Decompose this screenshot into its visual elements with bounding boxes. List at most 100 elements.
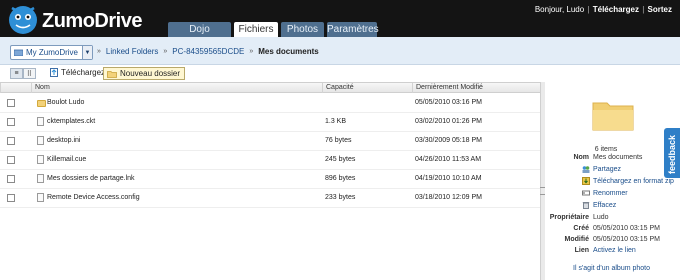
detail-modified-value: 05/05/2010 03:15 PM bbox=[593, 236, 660, 243]
file-name[interactable]: cktemplates.ckt bbox=[47, 118, 95, 125]
delete-action[interactable]: Effacez bbox=[582, 201, 616, 209]
breadcrumb-current: Mes documents bbox=[258, 47, 319, 56]
row-checkbox[interactable] bbox=[7, 194, 15, 202]
table-header: Nom Capacité Dernièrement Modifié bbox=[0, 82, 540, 93]
detail-name: Nom Mes documents bbox=[545, 154, 680, 164]
tab-photos[interactable]: Photos bbox=[281, 22, 324, 37]
rename-label: Renommer bbox=[593, 189, 628, 197]
tab-parametres[interactable]: Paramètres bbox=[327, 22, 379, 37]
file-table: Nom Capacité Dernièrement Modifié Boulot… bbox=[0, 82, 545, 280]
column-select bbox=[0, 83, 31, 93]
delete-label: Effacez bbox=[593, 201, 617, 209]
file-name[interactable]: Mes dossiers de partage.lnk bbox=[47, 175, 135, 182]
top-links: Bonjour, Ludo | Téléchargez | Sortez bbox=[534, 5, 672, 14]
file-modified: 03/18/2010 12:09 PM bbox=[415, 194, 482, 201]
detail-link: Lien Activez le lien bbox=[545, 247, 680, 257]
details-panel: 6 items Nom Mes documents Partagez Téléc… bbox=[545, 82, 680, 280]
feedback-tab[interactable]: feedback bbox=[664, 128, 680, 178]
root-folder-label: My ZumoDrive bbox=[26, 48, 79, 57]
breadcrumb: » Linked Folders » PC-84359565DCDE » Mes… bbox=[92, 47, 319, 56]
file-icon bbox=[37, 136, 44, 145]
row-checkbox[interactable] bbox=[7, 99, 15, 107]
download-zip-icon bbox=[582, 177, 590, 185]
grid-view-icon[interactable]: ⠿ bbox=[23, 68, 36, 79]
file-modified: 04/19/2010 10:10 AM bbox=[415, 175, 482, 182]
folder-icon bbox=[37, 100, 46, 107]
folder-icon bbox=[592, 102, 634, 131]
row-checkbox[interactable] bbox=[7, 137, 15, 145]
row-checkbox[interactable] bbox=[7, 118, 15, 126]
file-name[interactable]: Remote Device Access.config bbox=[47, 194, 140, 201]
column-modified[interactable]: Dernièrement Modifié bbox=[412, 83, 540, 93]
breadcrumb-bar: My ZumoDrive ▼ » Linked Folders » PC-843… bbox=[0, 37, 680, 65]
detail-modified-label: Modifié bbox=[564, 236, 590, 243]
table-body: Boulot Ludo 05/05/2010 03:16 PM cktempla… bbox=[0, 94, 540, 208]
folder-icon bbox=[107, 70, 117, 78]
new-folder-label: Nouveau dossier bbox=[120, 69, 181, 78]
file-size: 76 bytes bbox=[325, 137, 352, 144]
rename-action[interactable]: Renommer bbox=[582, 189, 628, 197]
file-size: 245 bytes bbox=[325, 156, 356, 163]
detail-created: Créé 05/05/2010 03:15 PM bbox=[545, 225, 680, 235]
file-name[interactable]: Boulot Ludo bbox=[47, 99, 84, 106]
file-size: 896 bytes bbox=[325, 175, 356, 182]
tab-fichiers[interactable]: Fichiers bbox=[234, 22, 278, 37]
column-size[interactable]: Capacité bbox=[322, 83, 412, 93]
file-modified: 04/26/2010 11:53 AM bbox=[415, 156, 482, 163]
file-modified: 03/02/2010 01:26 PM bbox=[415, 118, 482, 125]
logout-link[interactable]: Sortez bbox=[648, 5, 672, 14]
activate-link[interactable]: Activez le lien bbox=[593, 247, 636, 254]
table-row[interactable]: Boulot Ludo 05/05/2010 03:16 PM bbox=[0, 94, 540, 113]
share-label: Partagez bbox=[593, 165, 622, 173]
column-name[interactable]: Nom bbox=[31, 83, 322, 93]
brand-name: ZumoDrive bbox=[42, 10, 142, 32]
detail-name-value: Mes documents bbox=[593, 154, 643, 161]
download-zip-label: Téléchargez en format zip bbox=[593, 177, 674, 185]
tab-dojo[interactable]: Dojo bbox=[168, 22, 231, 37]
breadcrumb-pc[interactable]: PC-84359565DCDE bbox=[172, 47, 244, 56]
file-modified: 03/30/2009 05:18 PM bbox=[415, 137, 482, 144]
new-folder-button[interactable]: Nouveau dossier bbox=[103, 67, 186, 80]
upload-label: Téléchargez bbox=[61, 68, 106, 77]
table-row[interactable]: desktop.ini 76 bytes 03/30/2009 05:18 PM bbox=[0, 132, 540, 151]
table-row[interactable]: cktemplates.ckt 1.3 KB 03/02/2010 01:26 … bbox=[0, 113, 540, 132]
detail-created-value: 05/05/2010 03:15 PM bbox=[593, 225, 660, 232]
photo-album-link[interactable]: Il s'agit d'un album photo bbox=[573, 265, 650, 272]
file-size: 1.3 KB bbox=[325, 118, 347, 125]
table-row[interactable]: Killemail.cue 245 bytes 04/26/2010 11:53… bbox=[0, 151, 540, 170]
file-icon bbox=[37, 117, 44, 126]
file-size: 233 bytes bbox=[325, 194, 356, 201]
chevron-down-icon[interactable]: ▼ bbox=[82, 46, 93, 59]
share-icon bbox=[582, 166, 590, 173]
toolbar: ≡ ⠿ Téléchargez Nouveau dossier bbox=[0, 65, 680, 82]
breadcrumb-linked-folders[interactable]: Linked Folders bbox=[106, 47, 158, 56]
detail-name-label: Nom bbox=[573, 154, 589, 161]
file-name[interactable]: Killemail.cue bbox=[47, 156, 86, 163]
download-link[interactable]: Téléchargez bbox=[593, 5, 639, 14]
trash-icon bbox=[582, 202, 590, 209]
row-checkbox[interactable] bbox=[7, 156, 15, 164]
file-icon bbox=[37, 155, 44, 164]
upload-button[interactable]: Téléchargez bbox=[50, 68, 105, 77]
upload-icon bbox=[50, 68, 58, 77]
list-view-icon[interactable]: ≡ bbox=[10, 68, 23, 79]
detail-link-label: Lien bbox=[574, 247, 589, 254]
detail-created-label: Créé bbox=[573, 225, 589, 232]
table-row[interactable]: Remote Device Access.config 233 bytes 03… bbox=[0, 189, 540, 208]
share-action[interactable]: Partagez bbox=[582, 165, 621, 173]
file-icon bbox=[37, 174, 44, 183]
breadcrumb-separator-icon: » bbox=[249, 48, 254, 55]
items-count: 6 items bbox=[594, 146, 618, 153]
row-checkbox[interactable] bbox=[7, 175, 15, 183]
file-modified: 05/05/2010 03:16 PM bbox=[415, 99, 482, 106]
zumodrive-logo-icon bbox=[9, 6, 37, 34]
detail-owner-value: Ludo bbox=[593, 214, 609, 221]
detail-modified: Modifié 05/05/2010 03:15 PM bbox=[545, 236, 680, 246]
folder-icon bbox=[14, 49, 23, 56]
file-name[interactable]: desktop.ini bbox=[47, 137, 80, 144]
rename-icon bbox=[582, 190, 590, 196]
feedback-label: feedback bbox=[667, 134, 677, 174]
root-folder-selector[interactable]: My ZumoDrive ▼ bbox=[10, 45, 94, 60]
table-row[interactable]: Mes dossiers de partage.lnk 896 bytes 04… bbox=[0, 170, 540, 189]
download-zip-action[interactable]: Téléchargez en format zip bbox=[582, 177, 674, 185]
